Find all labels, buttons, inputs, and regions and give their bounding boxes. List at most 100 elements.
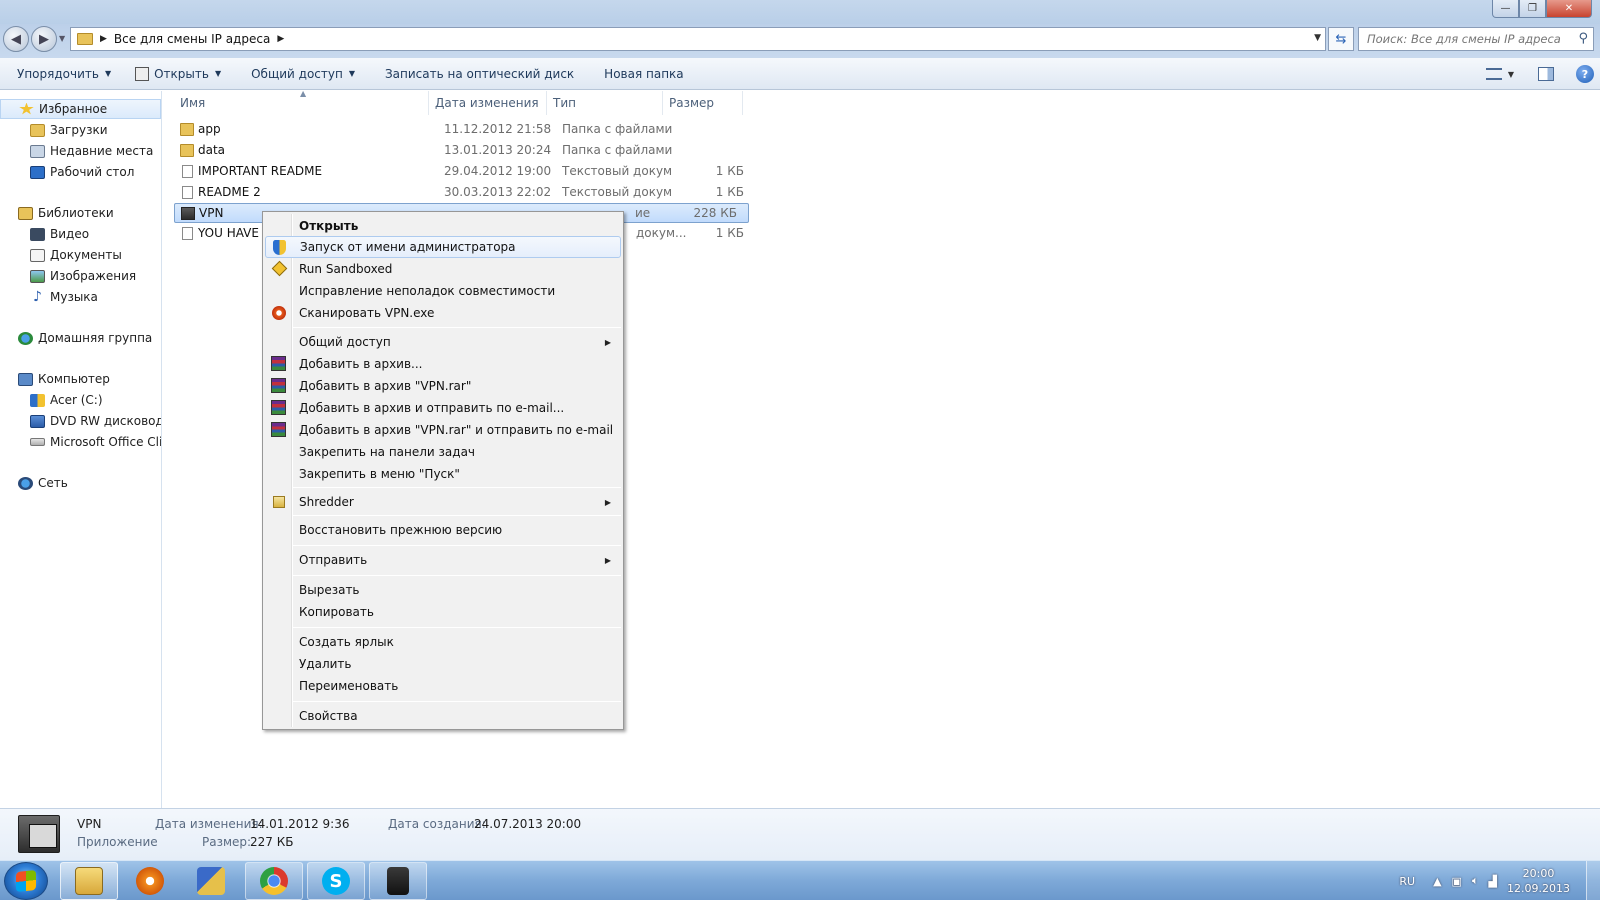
start-button[interactable] [4, 862, 48, 900]
show-hidden-icons-icon[interactable]: ▲ [1433, 875, 1441, 888]
breadcrumb-current[interactable]: Все для смены IP адреса [114, 32, 270, 46]
menu-label: Общий доступ [299, 335, 391, 349]
nav-label: Музыка [50, 290, 98, 304]
menu-item-share[interactable]: Общий доступ ▶ [265, 331, 621, 353]
file-size: 1 КБ [715, 226, 744, 240]
column-header-size[interactable]: Размер [663, 91, 743, 115]
column-header-type[interactable]: Тип [547, 91, 663, 115]
back-button[interactable]: ◀ [3, 26, 29, 52]
windows-logo-icon [16, 869, 36, 893]
menu-item-pin-start[interactable]: Закрепить в меню "Пуск" [265, 463, 621, 485]
forward-button[interactable]: ▶ [31, 26, 57, 52]
menu-item-rename[interactable]: Переименовать [265, 675, 621, 697]
nav-video[interactable]: Видео [0, 224, 161, 244]
menu-item-add-vpn-rar[interactable]: Добавить в архив "VPN.rar" [265, 375, 621, 397]
menu-item-copy[interactable]: Копировать [265, 601, 621, 623]
menu-label: Добавить в архив "VPN.rar" и отправить п… [299, 423, 614, 437]
nav-network[interactable]: Сеть [0, 473, 161, 493]
recent-places-icon [30, 144, 45, 158]
address-bar[interactable]: ▶ Все для смены IP адреса ▶ ▼ [70, 27, 1326, 51]
burn-button[interactable]: Записать на оптический диск [365, 58, 584, 89]
organize-label: Упорядочить [17, 66, 99, 81]
file-row[interactable]: data 13.01.2013 20:24 Папка с файлами [174, 141, 914, 161]
taskbar-skype[interactable]: S [307, 862, 365, 900]
help-icon[interactable]: ? [1576, 65, 1594, 83]
file-date: 11.12.2012 21:58 [444, 122, 552, 136]
signal-icon[interactable]: ▟ [1489, 875, 1497, 888]
menu-item-cut[interactable]: Вырезать [265, 579, 621, 601]
organize-menu[interactable]: Упорядочить ▼ [0, 58, 121, 89]
open-label: Открыть [154, 66, 209, 81]
nav-favorites[interactable]: Избранное [0, 99, 161, 119]
menu-label: Исправление неполадок совместимости [299, 284, 556, 298]
file-row[interactable]: app 11.12.2012 21:58 Папка с файлами [174, 120, 914, 140]
file-row[interactable]: IMPORTANT README 29.04.2012 19:00 Тексто… [174, 162, 914, 182]
nav-music[interactable]: ♪ Музыка [0, 287, 161, 307]
menu-item-properties[interactable]: Свойства [265, 705, 621, 727]
nav-desktop[interactable]: Рабочий стол [0, 162, 161, 182]
details-file-kind: Приложение [77, 835, 158, 849]
chevron-down-icon: ▼ [214, 69, 222, 78]
volume-icon[interactable]: 🔈︎ [1472, 874, 1479, 888]
breadcrumb-separator-icon[interactable]: ▶ [277, 34, 284, 44]
search-box[interactable]: ⚲ [1358, 27, 1594, 51]
column-header-date[interactable]: Дата изменения [429, 91, 547, 115]
menu-item-shredder[interactable]: Shredder ▶ [265, 491, 621, 513]
network-icon [18, 476, 33, 490]
nav-documents[interactable]: Документы [0, 245, 161, 265]
nav-homegroup[interactable]: Домашняя группа [0, 328, 161, 348]
menu-item-restore[interactable]: Восстановить прежнюю версию [265, 519, 621, 541]
menu-item-pin-taskbar[interactable]: Закрепить на панели задач [265, 441, 621, 463]
taskbar-explorer[interactable] [60, 862, 118, 900]
nav-drive-c[interactable]: Acer (C:) [0, 390, 161, 410]
refresh-button[interactable]: ⇆ [1328, 27, 1354, 51]
nav-downloads[interactable]: Загрузки [0, 120, 161, 140]
file-row[interactable]: README 2 30.03.2013 22:02 Текстовый доку… [174, 183, 914, 203]
nav-libraries[interactable]: Библиотеки [0, 203, 161, 223]
menu-item-scan[interactable]: Сканировать VPN.exe [265, 302, 621, 324]
menu-separator [293, 515, 621, 516]
minimize-button[interactable]: — [1492, 0, 1519, 18]
menu-item-add-vpn-rar-email[interactable]: Добавить в архив "VPN.rar" и отправить п… [265, 419, 621, 441]
menu-item-add-archive[interactable]: Добавить в архив... [265, 353, 621, 375]
address-history-dropdown-icon[interactable]: ▼ [1314, 33, 1321, 43]
nav-computer[interactable]: Компьютер [0, 369, 161, 389]
maximize-button[interactable]: ❐ [1519, 0, 1546, 18]
menu-item-run-sandboxed[interactable]: Run Sandboxed [265, 258, 621, 280]
close-button[interactable]: ✕ [1546, 0, 1592, 18]
music-note-icon: ♪ [33, 288, 42, 305]
taskbar-chrome[interactable] [245, 862, 303, 900]
nav-dvd[interactable]: DVD RW дисковод (D [0, 411, 161, 431]
menu-item-send-to[interactable]: Отправить ▶ [265, 549, 621, 571]
show-desktop-button[interactable] [1586, 861, 1600, 900]
file-name: README 2 [198, 185, 261, 199]
taskbar: S RU ▲ ▣ 🔈︎ ▟ 20:00 12.09.2013 [0, 860, 1600, 900]
menu-item-add-email[interactable]: Добавить в архив и отправить по e-mail..… [265, 397, 621, 419]
star-icon [19, 102, 34, 115]
menu-item-run-as-admin[interactable]: Запуск от имени администратора [265, 236, 621, 258]
open-menu[interactable]: Открыть ▼ [121, 58, 231, 89]
nav-recent[interactable]: Недавние места [0, 141, 161, 161]
taskbar-media-player[interactable] [121, 862, 179, 900]
nav-images[interactable]: Изображения [0, 266, 161, 286]
menu-item-create-shortcut[interactable]: Создать ярлык [265, 631, 621, 653]
search-icon[interactable]: ⚲ [1578, 31, 1588, 46]
menu-item-troubleshoot[interactable]: Исправление неполадок совместимости [265, 280, 621, 302]
menu-label: Добавить в архив и отправить по e-mail..… [299, 401, 565, 415]
breadcrumb-separator-icon[interactable]: ▶ [100, 34, 107, 44]
menu-item-delete[interactable]: Удалить [265, 653, 621, 675]
taskbar-tools[interactable] [182, 862, 240, 900]
menu-item-open[interactable]: Открыть [265, 215, 621, 237]
clock[interactable]: 20:00 12.09.2013 [1507, 866, 1570, 896]
language-indicator[interactable]: RU [1399, 875, 1415, 888]
column-header-name[interactable]: Имя [174, 91, 429, 115]
recent-pages-dropdown[interactable]: ▼ [59, 34, 65, 43]
taskbar-app[interactable] [369, 862, 427, 900]
share-menu[interactable]: Общий доступ ▼ [231, 58, 365, 89]
view-menu[interactable]: ▼ [1485, 68, 1514, 80]
nav-office[interactable]: Microsoft Office Clic [0, 432, 161, 452]
network-tray-icon[interactable]: ▣ [1452, 875, 1462, 888]
preview-pane-icon[interactable] [1538, 67, 1554, 81]
search-input[interactable] [1359, 32, 1567, 46]
new-folder-button[interactable]: Новая папка [584, 58, 693, 89]
